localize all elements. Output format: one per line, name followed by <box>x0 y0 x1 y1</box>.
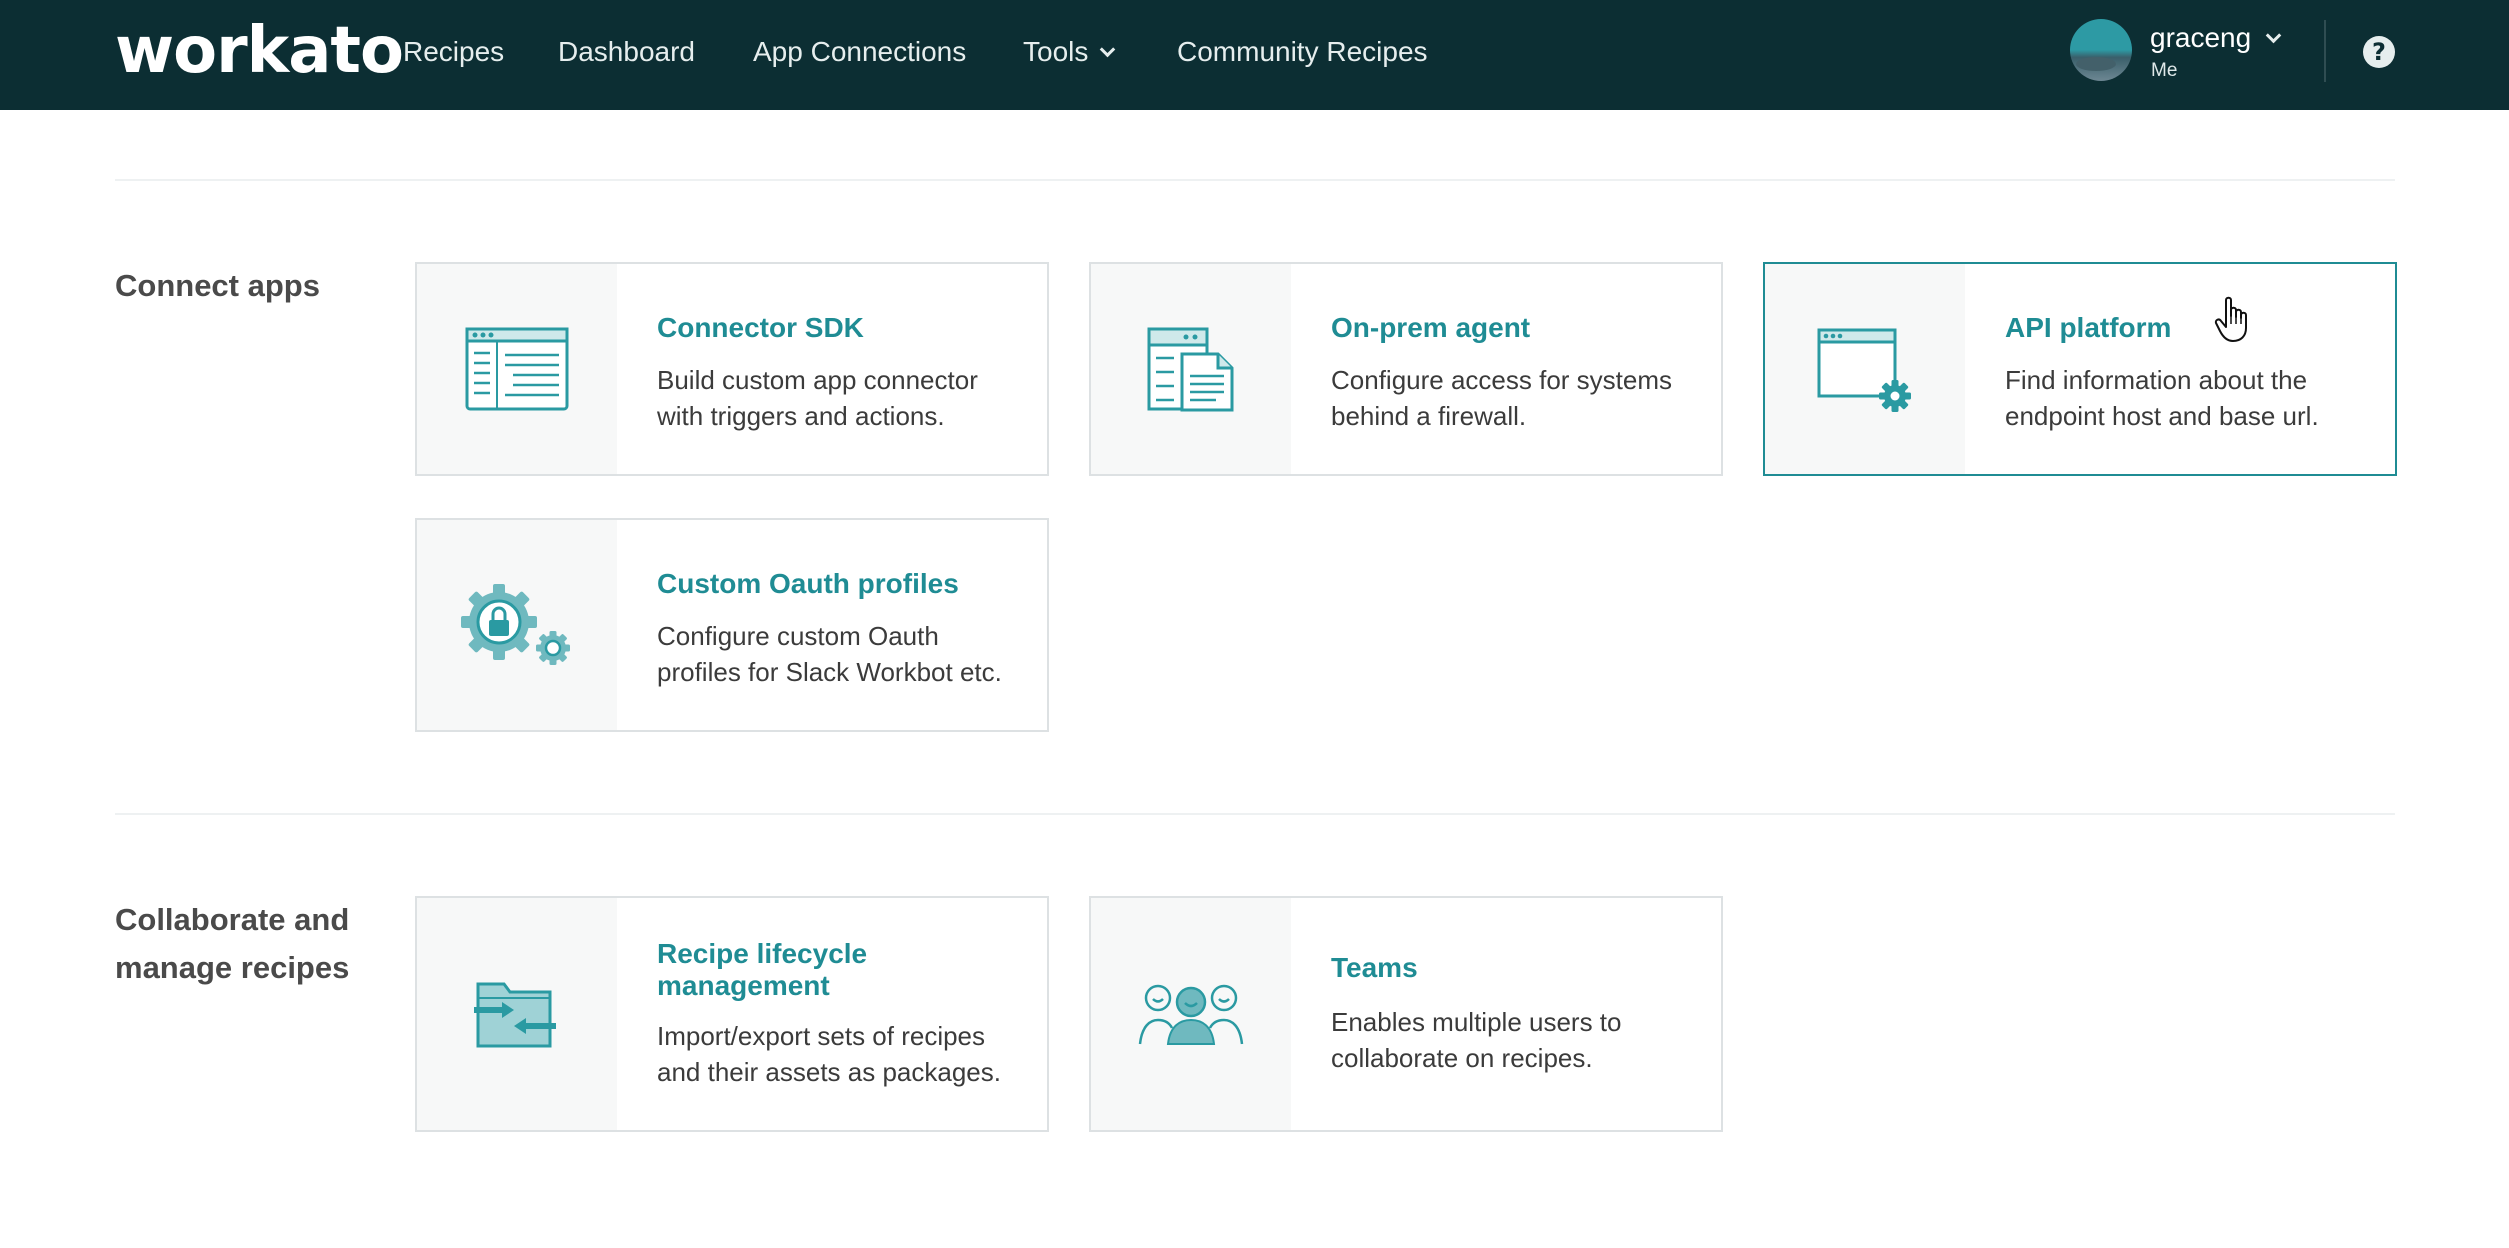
section-title-collaborate: Collaborate and manage recipes <box>115 902 350 985</box>
card-description: Enables multiple users to collaborate on… <box>1331 1007 1622 1073</box>
card-teams[interactable]: Teams Enables multiple users to collabor… <box>1089 896 1723 1132</box>
user-avatar[interactable] <box>2070 19 2132 81</box>
card-title: Custom Oauth profiles <box>657 568 959 599</box>
help-icon[interactable]: ? <box>2363 36 2395 68</box>
card-description: Build custom app connector with triggers… <box>657 365 978 431</box>
card-title: Recipe lifecycle management <box>657 938 868 1001</box>
card-icon-pane <box>1765 264 1965 474</box>
nav-tools[interactable]: Tools <box>1023 36 1116 68</box>
card-connector-sdk[interactable]: Connector SDK Build custom app connector… <box>415 262 1049 476</box>
nav-dashboard[interactable]: Dashboard <box>558 36 695 68</box>
chevron-down-icon <box>1100 41 1116 58</box>
card-icon-pane <box>1091 264 1291 474</box>
api-platform-icon <box>1817 328 1911 412</box>
on-prem-agent-icon <box>1147 327 1234 412</box>
card-description: Import/export sets of recipes and their … <box>657 1021 1001 1087</box>
card-title: Connector SDK <box>657 312 864 343</box>
oauth-gear-lock-icon <box>461 584 570 665</box>
card-icon-pane <box>417 520 617 730</box>
card-description: Configure access for systems behind a fi… <box>1331 365 1673 431</box>
folder-exchange-icon <box>474 982 556 1048</box>
connector-sdk-icon <box>465 327 569 411</box>
card-recipe-lifecycle-management[interactable]: Recipe lifecycle management Import/expor… <box>415 896 1049 1132</box>
card-title: API platform <box>2005 312 2172 343</box>
card-api-platform[interactable]: API platform Find information about the … <box>1763 262 2397 476</box>
nav-community-recipes[interactable]: Community Recipes <box>1177 36 1428 68</box>
section-title-connect-apps: Connect apps <box>115 268 320 303</box>
workato-logo[interactable]: workato <box>115 14 404 88</box>
card-icon-pane <box>417 898 617 1130</box>
top-nav-bar: workato Recipes Dashboard App Connection… <box>0 0 2509 110</box>
nav-divider <box>2324 20 2326 82</box>
user-sub-label: Me <box>2151 60 2178 81</box>
nav-app-connections[interactable]: App Connections <box>753 36 966 68</box>
user-name[interactable]: graceng <box>2150 22 2251 54</box>
nav-tools-label: Tools <box>1023 36 1089 67</box>
card-custom-oauth-profiles[interactable]: Custom Oauth profiles Configure custom O… <box>415 518 1049 732</box>
card-on-prem-agent[interactable]: On-prem agent Configure access for syste… <box>1089 262 1723 476</box>
team-users-icon <box>1138 984 1244 1045</box>
card-icon-pane <box>1091 898 1291 1130</box>
card-description: Find information about the endpoint host… <box>2005 365 2319 431</box>
divider <box>115 813 2395 815</box>
nav-recipes[interactable]: Recipes <box>403 36 504 68</box>
divider <box>115 179 2395 181</box>
card-title: Teams <box>1331 952 1418 983</box>
card-description: Configure custom Oauth profiles for Slac… <box>657 621 1002 687</box>
chevron-down-icon[interactable] <box>2265 27 2282 44</box>
card-title: On-prem agent <box>1331 312 1531 343</box>
card-icon-pane <box>417 264 617 474</box>
hand-pointer-icon <box>2214 296 2247 342</box>
